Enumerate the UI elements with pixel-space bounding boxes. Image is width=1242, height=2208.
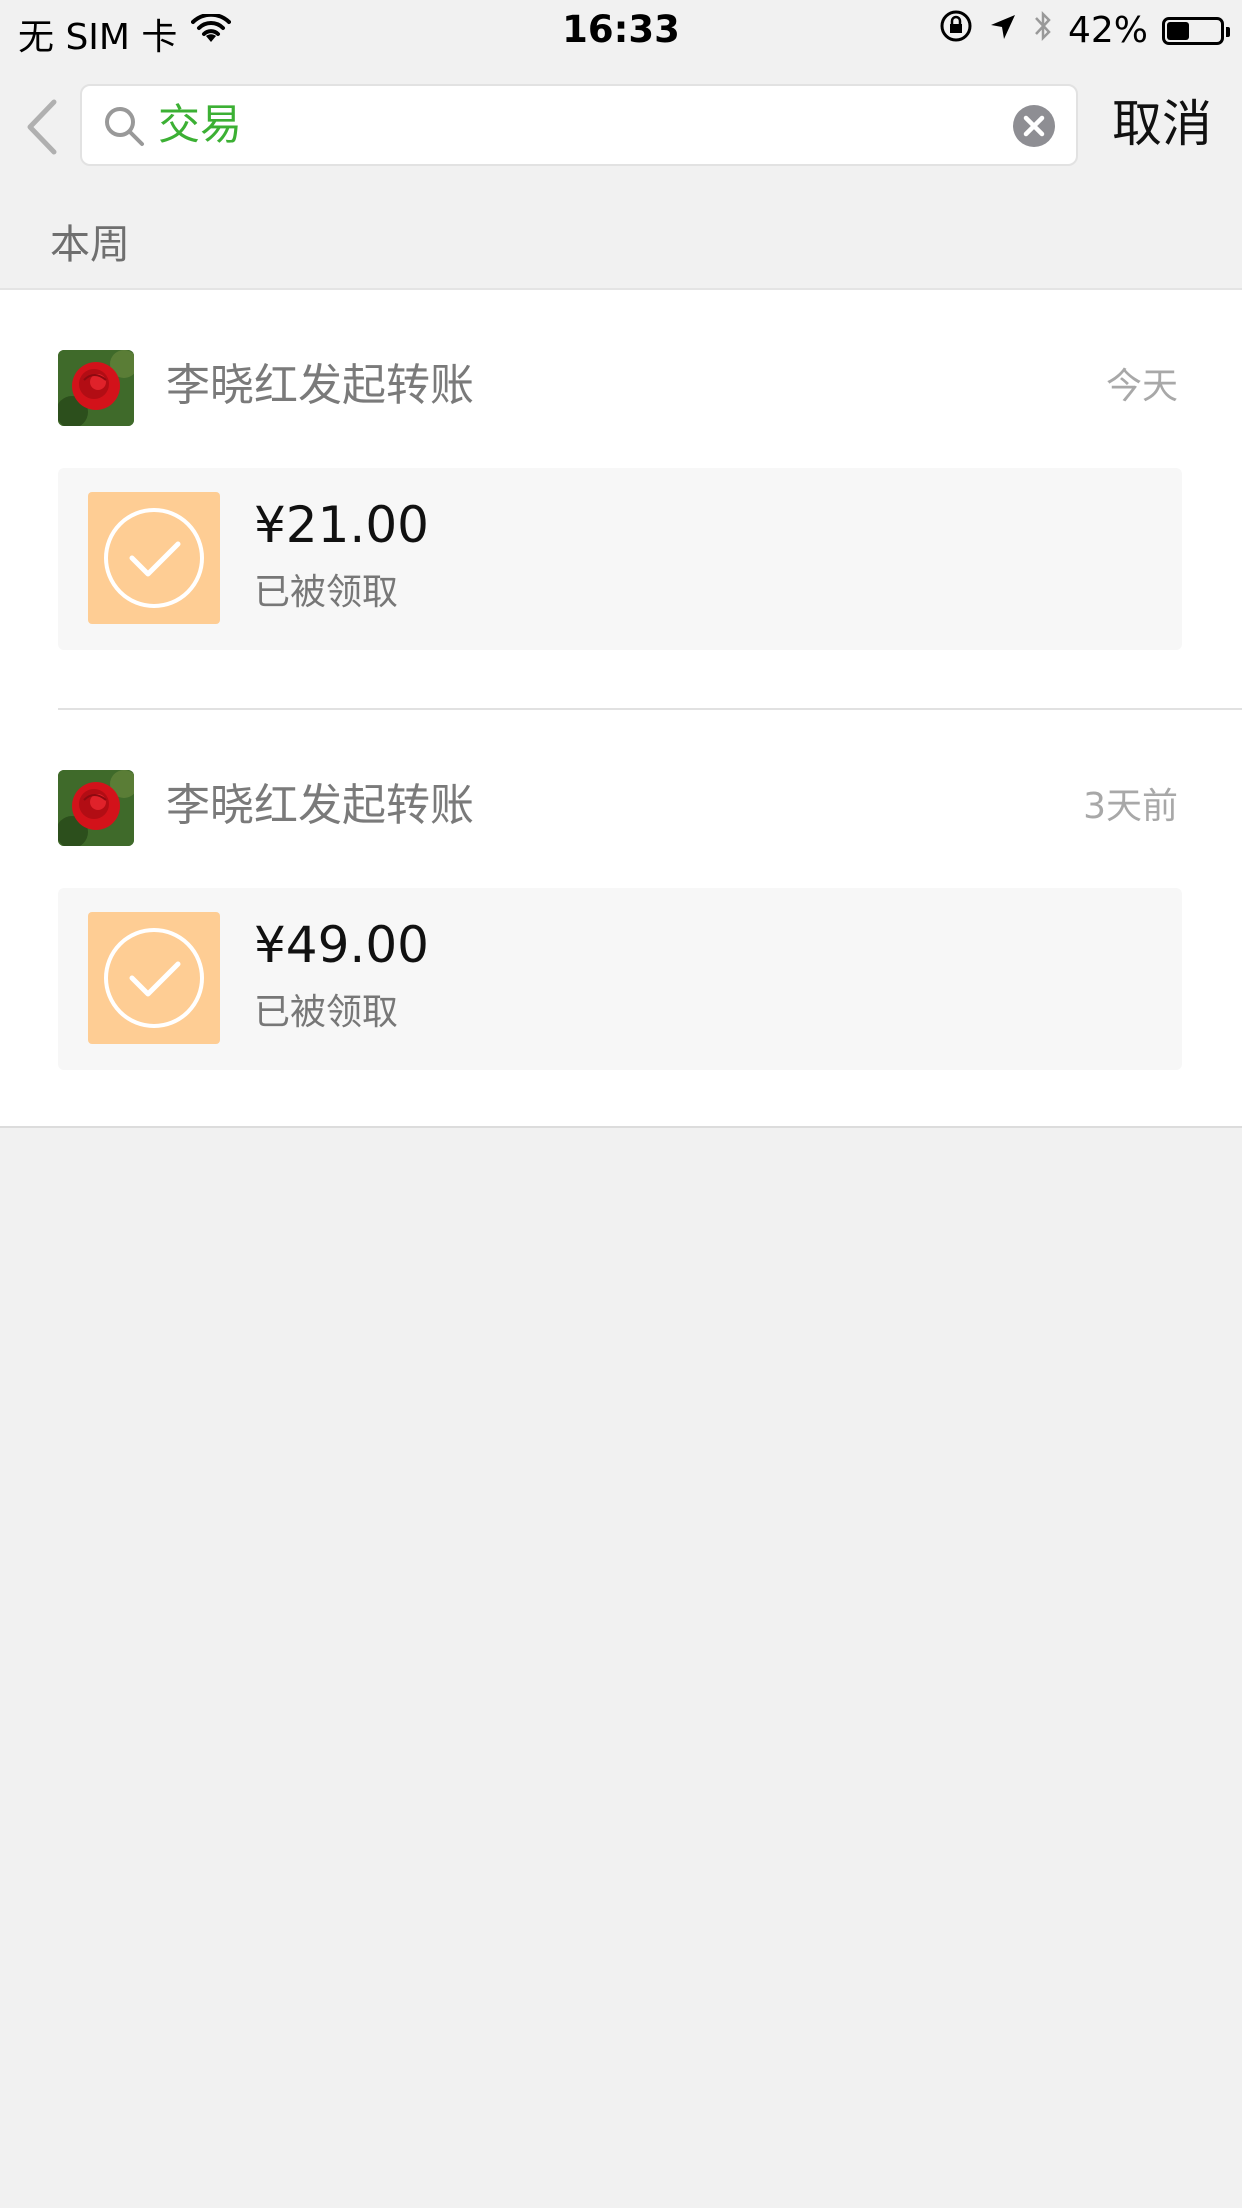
bluetooth-icon bbox=[1032, 8, 1054, 53]
battery-fill bbox=[1167, 21, 1189, 40]
avatar bbox=[58, 770, 134, 846]
search-box[interactable] bbox=[80, 84, 1078, 166]
check-circle-icon bbox=[88, 912, 220, 1044]
transfer-card[interactable]: ¥49.00 已被领取 bbox=[58, 888, 1182, 1070]
section-header: 本周 bbox=[50, 222, 130, 268]
check-circle-icon bbox=[88, 492, 220, 624]
results-list: 李晓红发起转账 今天 ¥21.00 已被领取 李晓红发起转账 3天前 ¥49.0… bbox=[0, 288, 1242, 1128]
transfer-amount: ¥21.00 bbox=[254, 496, 429, 554]
item-title: 李晓红发起转账 bbox=[166, 360, 474, 411]
transfer-status: 已被领取 bbox=[254, 572, 399, 613]
status-bar: 无 SIM 卡 16:33 42% bbox=[0, 0, 1242, 60]
item-time: 今天 bbox=[1105, 366, 1178, 407]
clear-search-icon[interactable] bbox=[1012, 104, 1056, 148]
search-row: 取消 bbox=[0, 78, 1242, 172]
battery-percent: 42% bbox=[1067, 10, 1148, 51]
location-arrow-icon bbox=[988, 10, 1018, 51]
transfer-card[interactable]: ¥21.00 已被领取 bbox=[58, 468, 1182, 650]
transfer-status: 已被领取 bbox=[254, 992, 399, 1033]
item-time: 3天前 bbox=[1083, 786, 1178, 827]
list-item[interactable]: 李晓红发起转账 3天前 ¥49.00 已被领取 bbox=[0, 710, 1242, 1128]
rotation-lock-icon bbox=[938, 8, 974, 53]
search-input[interactable] bbox=[158, 86, 978, 164]
back-chevron-icon[interactable] bbox=[22, 98, 62, 156]
battery-icon bbox=[1162, 16, 1230, 45]
status-right: 42% bbox=[938, 8, 1230, 53]
search-icon bbox=[102, 104, 146, 148]
list-item[interactable]: 李晓红发起转账 今天 ¥21.00 已被领取 bbox=[0, 290, 1242, 708]
item-title: 李晓红发起转账 bbox=[166, 780, 474, 831]
cancel-button[interactable]: 取消 bbox=[1112, 92, 1212, 156]
avatar bbox=[58, 350, 134, 426]
transfer-amount: ¥49.00 bbox=[254, 916, 429, 974]
